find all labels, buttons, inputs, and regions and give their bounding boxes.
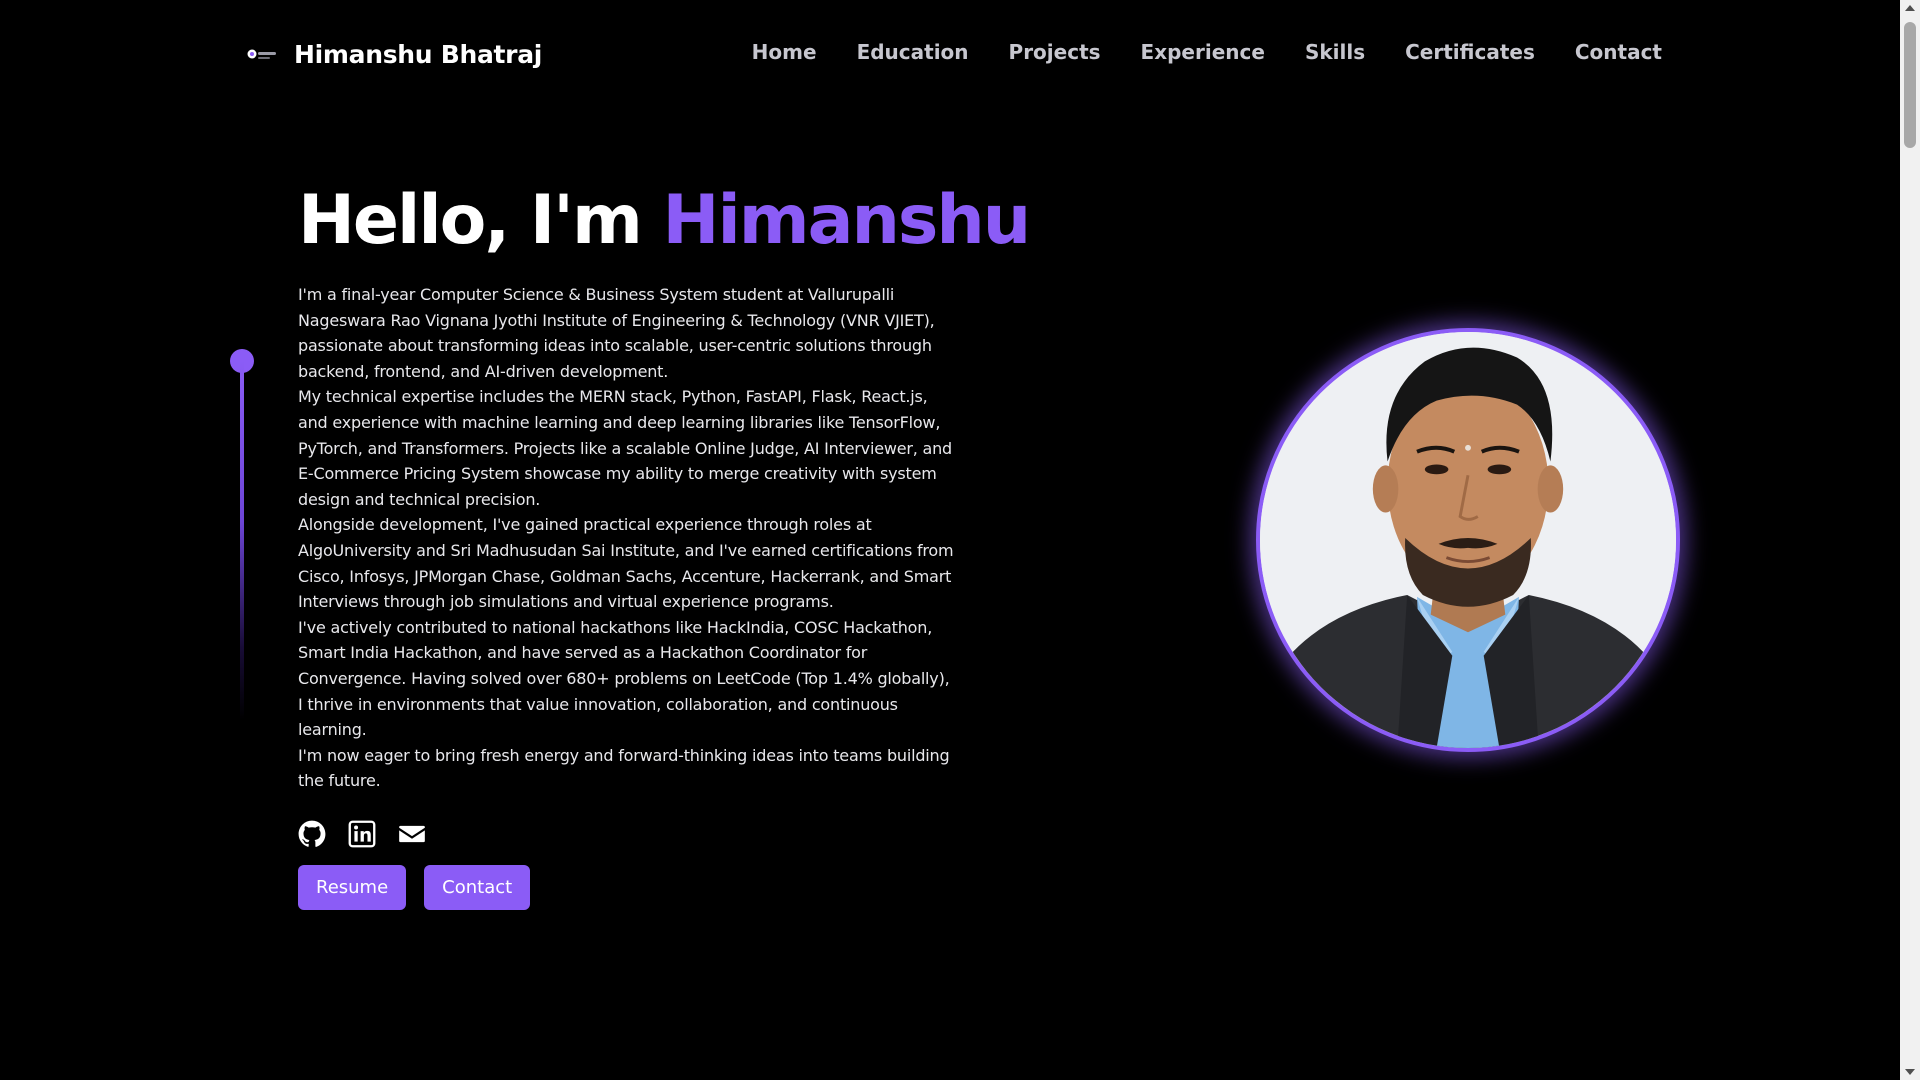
nav-links: Home Education Projects Experience Skill… (752, 40, 1662, 64)
nav-link-contact[interactable]: Contact (1575, 40, 1662, 64)
nav-link-certificates[interactable]: Certificates (1405, 40, 1535, 64)
nav-link-skills[interactable]: Skills (1305, 40, 1365, 64)
timeline-line (240, 360, 244, 720)
github-icon[interactable] (298, 820, 326, 848)
brand[interactable]: Himanshu Bhatraj (244, 36, 542, 72)
scroll-up-arrow-icon[interactable] (1900, 0, 1920, 16)
hero-greeting: Hello, I'm (298, 181, 643, 260)
bio-paragraph: My technical expertise includes the MERN… (298, 387, 953, 509)
bio: I'm a final-year Computer Science & Busi… (298, 282, 958, 794)
resume-button[interactable]: Resume (298, 865, 407, 910)
nav-link-home[interactable]: Home (752, 40, 817, 64)
bio-paragraph: I'm a final-year Computer Science & Busi… (298, 285, 935, 381)
cta-buttons: Resume Contact (298, 865, 531, 910)
hero-name: Himanshu (662, 181, 1032, 260)
linkedin-icon[interactable] (348, 820, 376, 848)
hero-title: Hello, I'm Himanshu (298, 178, 1031, 264)
scroll-down-arrow-icon[interactable] (1900, 1064, 1920, 1080)
contact-button[interactable]: Contact (424, 865, 531, 910)
bio-paragraph: I'm now eager to bring fresh energy and … (298, 745, 950, 791)
profile-photo (1256, 328, 1680, 752)
mail-icon[interactable] (398, 820, 426, 848)
brand-name: Himanshu Bhatraj (294, 39, 543, 69)
bio-paragraph: I've actively contributed to national ha… (298, 617, 950, 740)
nav-link-experience[interactable]: Experience (1141, 40, 1265, 64)
nav-link-projects[interactable]: Projects (1009, 40, 1101, 64)
profile-photo-illustration (1260, 332, 1676, 748)
navbar: Himanshu Bhatraj Home Education Projects… (0, 0, 1900, 110)
hero-section: Hello, I'm Himanshu I'm a final-year Com… (298, 178, 1031, 794)
scrollbar[interactable] (1900, 0, 1920, 1080)
bio-paragraph: Alongside development, I've gained pract… (298, 515, 954, 612)
nav-link-education[interactable]: Education (857, 40, 969, 64)
social-links (298, 820, 426, 848)
scroll-thumb[interactable] (1904, 22, 1916, 148)
brand-logo-icon (247, 49, 276, 59)
